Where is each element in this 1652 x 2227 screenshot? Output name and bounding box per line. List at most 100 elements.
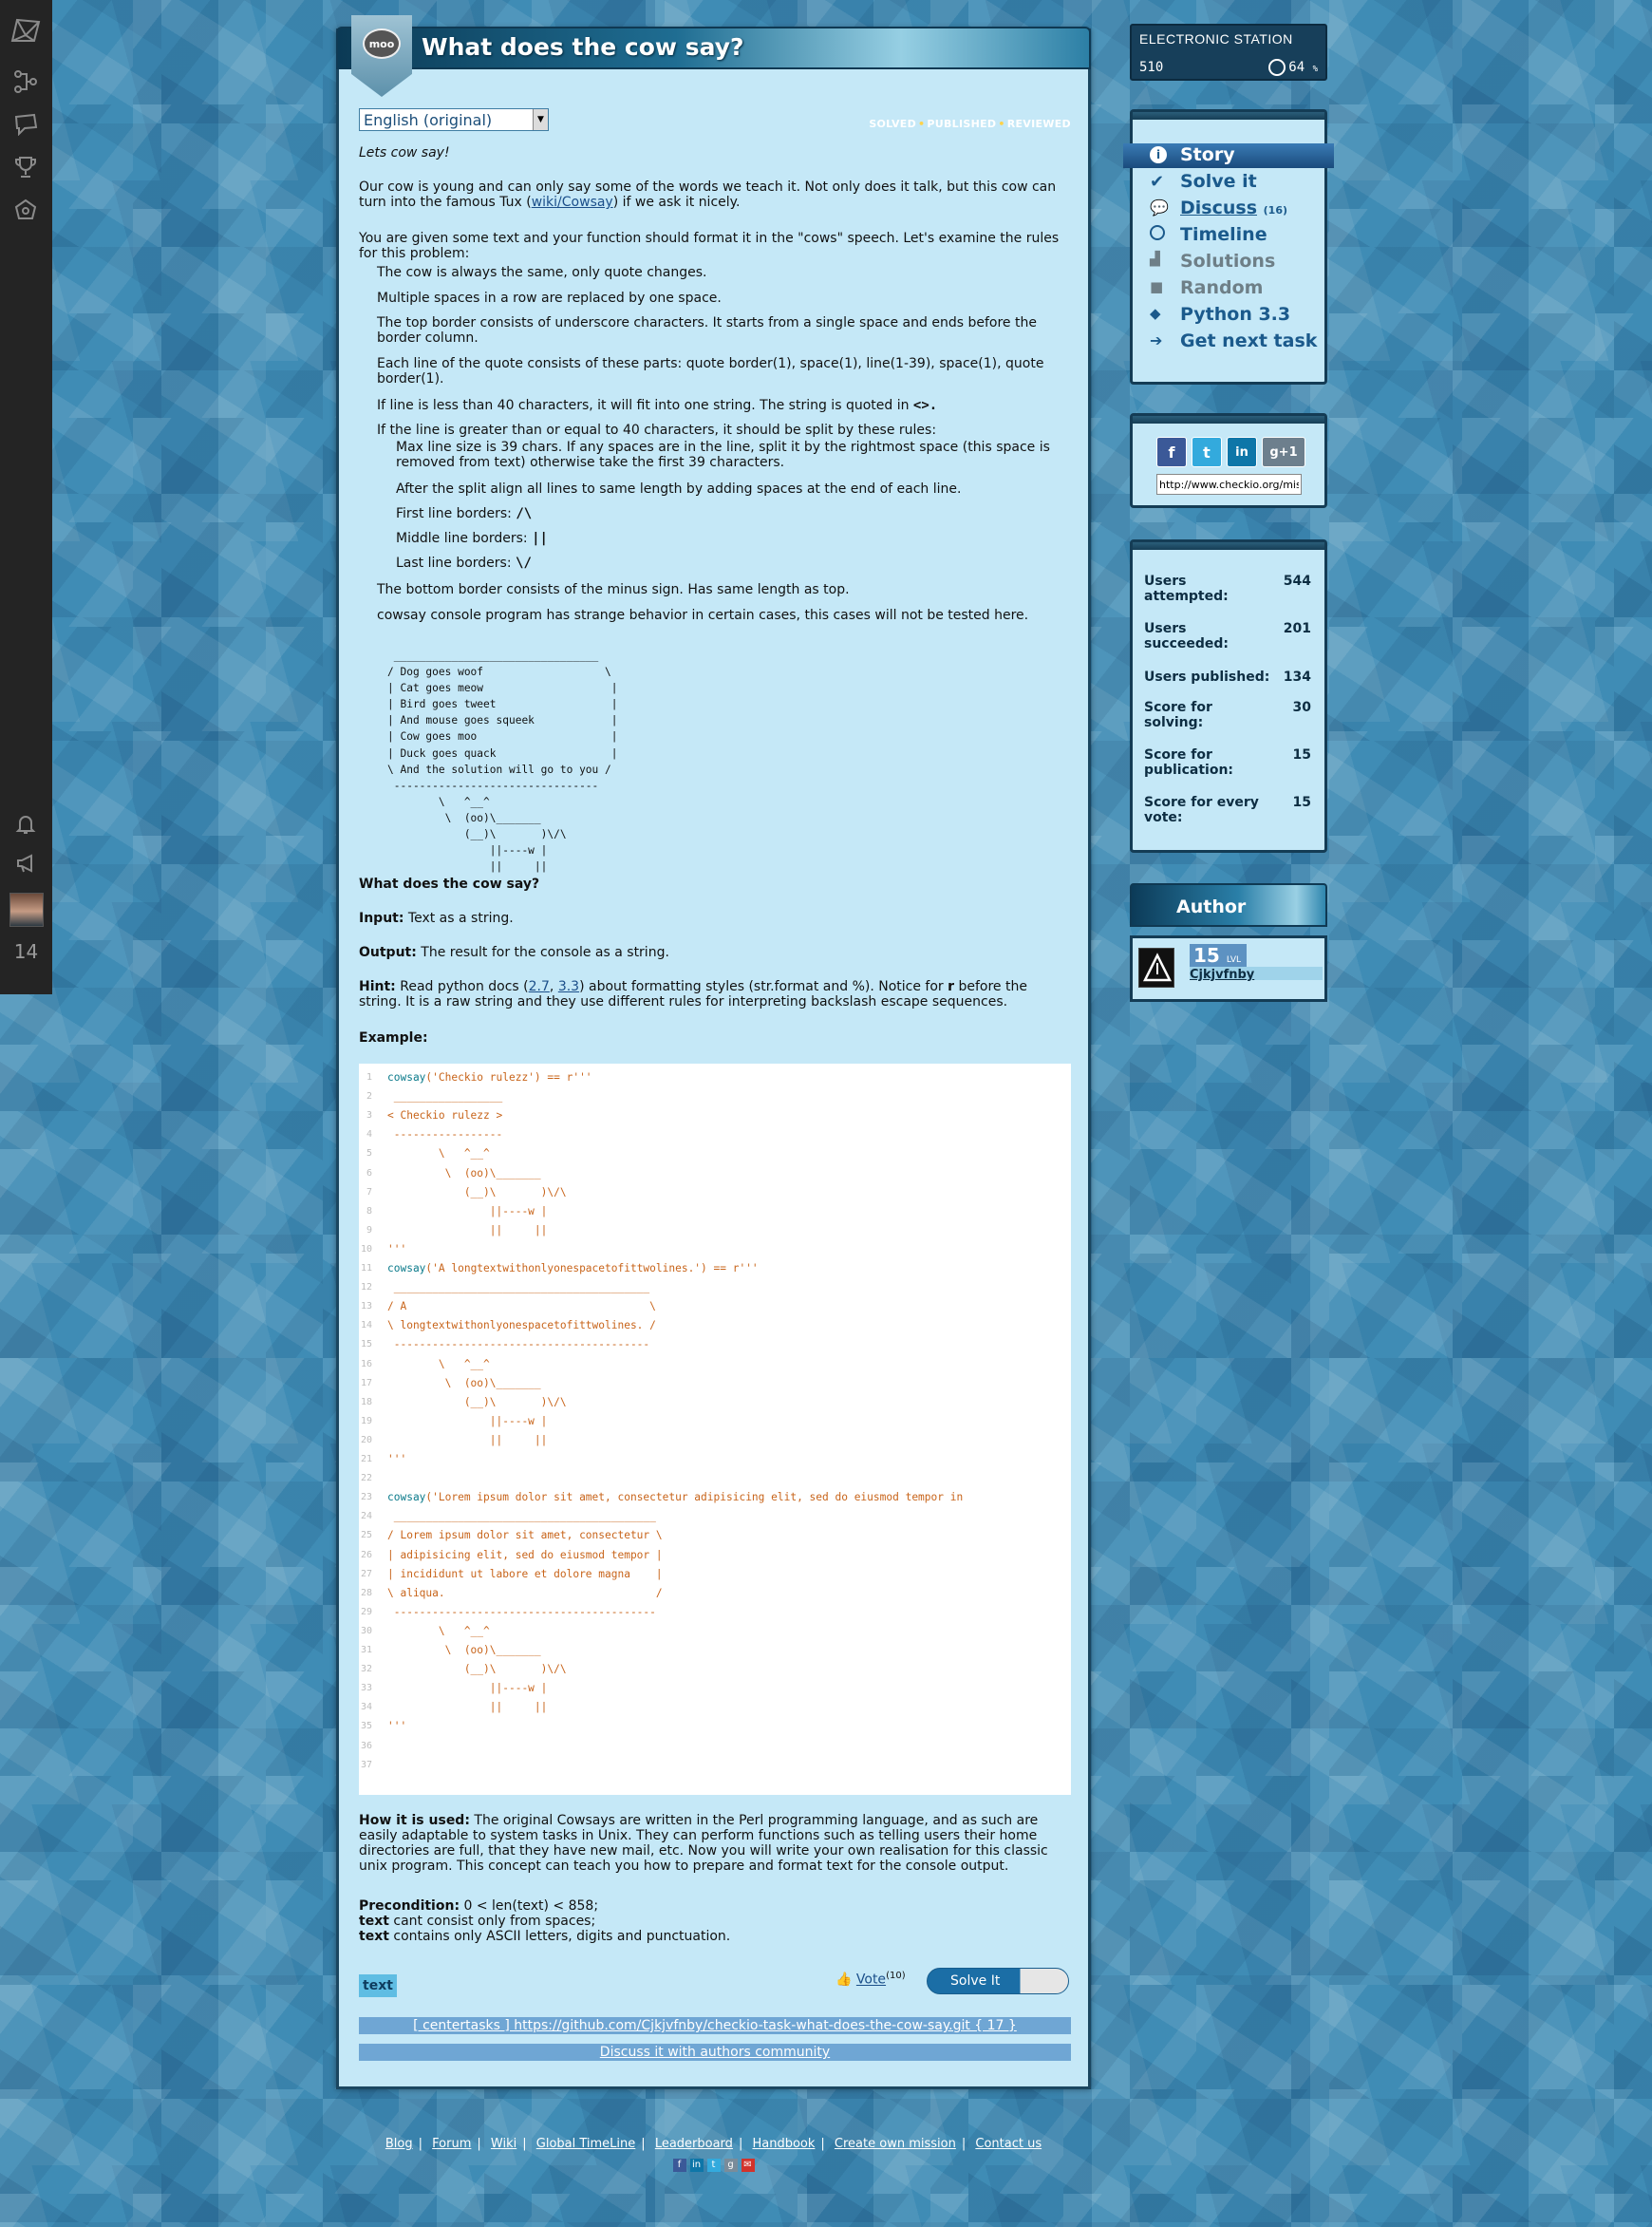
code-line-number: 14 [360, 1320, 372, 1331]
map-icon[interactable] [9, 66, 43, 97]
vote-control[interactable]: 👍 Vote(10) [835, 1971, 906, 1988]
menu-item-timeline[interactable]: Timeline [1180, 224, 1267, 245]
python-33-docs-link[interactable]: 3.3 [558, 979, 579, 994]
code-line: || || [387, 1433, 548, 1446]
code-line-number: 20 [360, 1434, 372, 1445]
rule-item: cowsay console program has strange behav… [377, 608, 1029, 623]
author-header: Author [1130, 883, 1327, 927]
code-line: ||----w | [387, 1414, 548, 1427]
code-line: \ (oo)\_______ [387, 1376, 541, 1389]
rule-item: The bottom border consists of the minus … [377, 582, 850, 597]
solve-it-button[interactable]: Solve It [927, 1968, 1069, 1994]
menu-item-solve-it[interactable]: Solve it [1180, 171, 1257, 192]
language-select-value: English (original) [364, 111, 493, 129]
code-line: \ (oo)\_______ [387, 1166, 541, 1180]
code-line-number: 5 [366, 1148, 372, 1160]
author-heading: Author [1176, 896, 1247, 917]
arrow-right-icon: ➔ [1150, 331, 1163, 349]
footer-link-handbook[interactable]: Handbook [752, 2137, 815, 2151]
author-widget: Author 15 LVL Cjkjvfnby [1130, 883, 1327, 1002]
footer-link-forum[interactable]: Forum [432, 2137, 471, 2151]
chevron-down-icon: ▼ [533, 109, 548, 130]
cowsay-wiki-link[interactable]: wiki/Cowsay [532, 195, 613, 210]
code-line: < Checkio rulezz > [387, 1109, 503, 1123]
notification-count[interactable]: 14 [0, 940, 52, 963]
menu-item-random[interactable]: Random [1180, 277, 1263, 298]
menu-item-discuss[interactable]: Discuss (16) [1180, 198, 1287, 218]
station-widget[interactable]: ELECTRONIC STATION 510 64 % [1130, 24, 1327, 81]
code-line-number: 4 [366, 1129, 372, 1141]
code-line: \ ^__^ [387, 1147, 490, 1161]
twitter-share-button[interactable]: t [1192, 437, 1222, 467]
author-avatar[interactable] [1138, 948, 1174, 988]
python-27-docs-link[interactable]: 2.7 [529, 979, 550, 994]
menu-item-story[interactable]: Story [1180, 144, 1235, 165]
code-line-number: 8 [366, 1205, 372, 1217]
trophy-icon[interactable] [9, 152, 43, 182]
twitter-icon[interactable]: t [706, 2159, 721, 2172]
discuss-community-link[interactable]: Discuss it with authors community [359, 2044, 1071, 2061]
vote-link[interactable]: Vote [856, 1972, 886, 1988]
rule-item: The cow is always the same, only quote c… [377, 265, 707, 280]
badge-icon[interactable] [9, 195, 43, 225]
code-line: ________________________________________… [387, 1510, 656, 1523]
code-line: || || [387, 1223, 548, 1236]
code-line: / A \ [387, 1300, 656, 1313]
footer-link-global-timeline[interactable]: Global TimeLine [536, 2137, 636, 2151]
author-card[interactable]: 15 LVL Cjkjvfnby [1130, 935, 1327, 1002]
footer-link-leaderboard[interactable]: Leaderboard [655, 2137, 733, 2151]
notifications-bell-icon[interactable] [9, 809, 43, 840]
hint-paragraph: Hint: Read python docs (2.7, 3.3) about … [359, 979, 1027, 1010]
rule-item: Each line of the quote consists of these… [377, 356, 1044, 387]
code-line-number: 27 [360, 1568, 372, 1579]
forum-icon[interactable] [9, 109, 43, 140]
share-url-field[interactable] [1156, 474, 1302, 495]
code-line-number: 24 [360, 1511, 372, 1522]
precondition-paragraph: Precondition: 0 < len(text) < 858; text … [359, 1898, 731, 1944]
stat-users-attempted: Users attempted: 544 [1144, 574, 1311, 604]
station-name: ELECTRONIC STATION [1139, 31, 1293, 47]
code-line: cowsay('Checkio rulezz') == r''' [387, 1071, 592, 1084]
code-line: | incididunt ut labore et dolore magna | [387, 1567, 663, 1580]
code-line: ''' [387, 1242, 407, 1255]
code-line-number: 23 [360, 1492, 372, 1503]
left-nav-bar: 14 [0, 0, 52, 994]
googleplus-icon[interactable]: g [723, 2159, 738, 2172]
station-points: 510 [1139, 60, 1164, 75]
code-line-number: 30 [360, 1625, 372, 1636]
code-line-number: 26 [360, 1549, 372, 1560]
repository-link[interactable]: [ centertasks ] https://github.com/Cjkjv… [359, 2017, 1071, 2034]
footer-link-blog[interactable]: Blog [385, 2137, 413, 2151]
menu-item-next-task[interactable]: Get next task [1180, 330, 1317, 351]
menu-item-solutions[interactable]: Solutions [1180, 251, 1275, 272]
tag-text[interactable]: text [359, 1974, 397, 1997]
check-icon: ✔ [1150, 172, 1165, 192]
footer-link-contact[interactable]: Contact us [975, 2137, 1042, 2151]
stat-score-publication: Score for publication: 15 [1144, 747, 1311, 778]
code-line-number: 29 [360, 1606, 372, 1617]
megaphone-icon[interactable] [9, 848, 43, 878]
facebook-share-button[interactable]: f [1156, 437, 1187, 467]
subrule-item: Max line size is 39 chars. If any spaces… [396, 440, 1050, 470]
logo-icon[interactable] [9, 15, 43, 46]
email-icon[interactable]: ✉ [741, 2159, 755, 2172]
linkedin-share-button[interactable]: in [1227, 437, 1257, 467]
language-select[interactable]: English (original) ▼ [359, 108, 549, 131]
how-it-is-used-paragraph: How it is used: The original Cowsays are… [359, 1813, 1048, 1874]
code-line-number: 7 [366, 1186, 372, 1198]
footer-link-create-mission[interactable]: Create own mission [835, 2137, 956, 2151]
code-line: cowsay('Lorem ipsum dolor sit amet, cons… [387, 1491, 964, 1504]
user-avatar[interactable] [9, 893, 44, 927]
author-name-link[interactable]: Cjkjvfnby [1190, 968, 1254, 982]
code-line: ________________________________________ [387, 1281, 650, 1294]
output-description: Output: The result for the console as a … [359, 945, 669, 960]
section-question: What does the cow say? [359, 877, 540, 892]
footer-link-wiki[interactable]: Wiki [491, 2137, 516, 2151]
googleplus-share-button[interactable]: g+1 [1262, 437, 1305, 467]
code-line: \ aliqua. / [387, 1586, 663, 1599]
menu-item-python[interactable]: Python 3.3 [1180, 304, 1290, 325]
linkedin-icon[interactable]: in [689, 2159, 704, 2172]
facebook-icon[interactable]: f [672, 2159, 686, 2172]
code-line-number: 15 [360, 1339, 372, 1350]
info-icon: i [1150, 146, 1167, 163]
